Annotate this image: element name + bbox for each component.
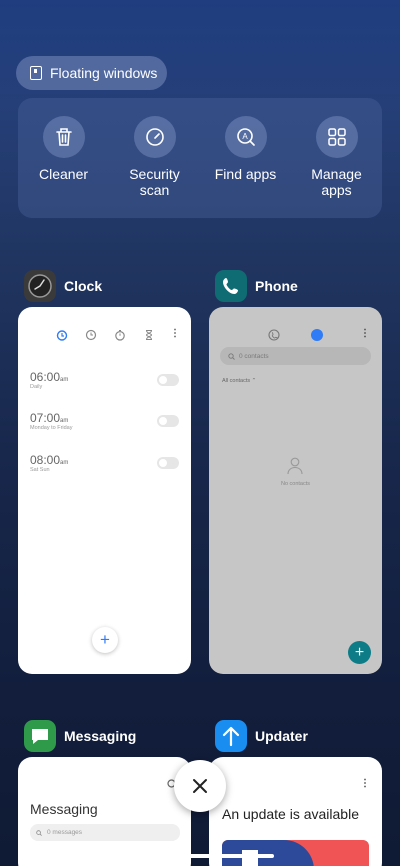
- search-icon: [36, 829, 42, 836]
- messages-search-placeholder: 0 messages: [47, 829, 83, 836]
- add-alarm-button[interactable]: +: [92, 627, 118, 653]
- svg-text:A: A: [242, 132, 248, 141]
- floating-windows-button[interactable]: Floating windows: [16, 56, 167, 90]
- messaging-app-title: Messaging: [64, 728, 137, 744]
- phone-app-icon: [215, 270, 247, 302]
- grid-icon: [315, 116, 358, 158]
- add-contact-button[interactable]: +: [348, 641, 371, 664]
- home-indicator[interactable]: [126, 854, 274, 858]
- security-scan-button[interactable]: Security scan: [114, 116, 196, 218]
- messages-search-field[interactable]: 0 messages: [30, 824, 180, 841]
- updater-app-icon: [215, 720, 247, 752]
- quick-tools-panel: Cleaner Security scan A Find apps Manage…: [18, 98, 382, 218]
- clock-app-header[interactable]: Clock: [24, 270, 102, 302]
- contacts-search-field[interactable]: 0 contacts: [220, 347, 371, 365]
- empty-contacts-icon: [287, 457, 303, 475]
- timer-tab-icon: [145, 330, 153, 340]
- find-apps-button[interactable]: A Find apps: [205, 116, 287, 218]
- messaging-heading: Messaging: [30, 801, 98, 817]
- manage-apps-button[interactable]: Manage apps: [296, 116, 378, 218]
- alarm-2-toggle[interactable]: [157, 415, 179, 427]
- messaging-app-header[interactable]: Messaging: [24, 720, 136, 752]
- alarm-3-toggle[interactable]: [157, 457, 179, 469]
- world-clock-tab-icon: [85, 329, 97, 341]
- floating-windows-label: Floating windows: [50, 65, 158, 81]
- contacts-tab-icon: [311, 329, 323, 341]
- floating-window-icon: [30, 66, 42, 80]
- updater-more-icon[interactable]: ⋮: [360, 778, 370, 789]
- close-icon: [193, 779, 207, 793]
- alarm-1-time[interactable]: 06:00am: [30, 370, 68, 384]
- clock-more-icon[interactable]: ⋮: [170, 328, 180, 339]
- cleaner-button[interactable]: Cleaner: [23, 116, 105, 218]
- security-scan-label: Security scan: [129, 166, 180, 198]
- alarm-1-toggle[interactable]: [157, 374, 179, 386]
- alarm-tab-icon: [56, 330, 68, 341]
- phone-app-card[interactable]: ⋮ 0 contacts All contacts ⌃ No contacts …: [209, 307, 382, 674]
- updater-app-title: Updater: [255, 728, 308, 744]
- update-banner-image: [222, 840, 369, 866]
- trash-icon: [42, 116, 85, 158]
- recents-tab-icon: [268, 329, 280, 341]
- updater-app-card[interactable]: ⋮ An update is available: [209, 757, 382, 866]
- empty-contacts-text: No contacts: [280, 481, 311, 487]
- search-icon: [228, 352, 235, 360]
- update-available-heading: An update is available: [222, 806, 359, 822]
- contacts-search-placeholder: 0 contacts: [239, 352, 269, 360]
- manage-apps-label: Manage apps: [311, 166, 362, 198]
- phone-app-header[interactable]: Phone: [215, 270, 298, 302]
- alarm-2-time[interactable]: 07:00am: [30, 411, 68, 425]
- messaging-app-card[interactable]: Messaging 0 messages: [18, 757, 191, 866]
- phone-more-icon[interactable]: ⋮: [360, 328, 370, 339]
- updater-app-header[interactable]: Updater: [215, 720, 308, 752]
- clock-app-title: Clock: [64, 278, 103, 294]
- contacts-filter[interactable]: All contacts ⌃: [222, 378, 256, 384]
- messaging-app-icon: [24, 720, 56, 752]
- find-apps-label: Find apps: [214, 166, 277, 182]
- find-apps-icon: A: [224, 116, 267, 158]
- alarm-2-repeat: Monday to Friday: [30, 425, 73, 431]
- clear-all-button[interactable]: [174, 760, 226, 812]
- alarm-3-repeat: Sat Sun: [30, 467, 50, 473]
- security-gauge-icon: [133, 116, 176, 158]
- alarm-3-time[interactable]: 08:00am: [30, 453, 68, 467]
- alarm-1-repeat: Daily: [30, 384, 43, 390]
- phone-app-title: Phone: [255, 278, 298, 294]
- clock-app-icon: [24, 270, 56, 302]
- clock-app-card[interactable]: ⋮ 06:00am Daily 07:00am Monday to Friday…: [18, 307, 191, 674]
- stopwatch-tab-icon: [115, 330, 125, 341]
- cleaner-label: Cleaner: [38, 166, 89, 182]
